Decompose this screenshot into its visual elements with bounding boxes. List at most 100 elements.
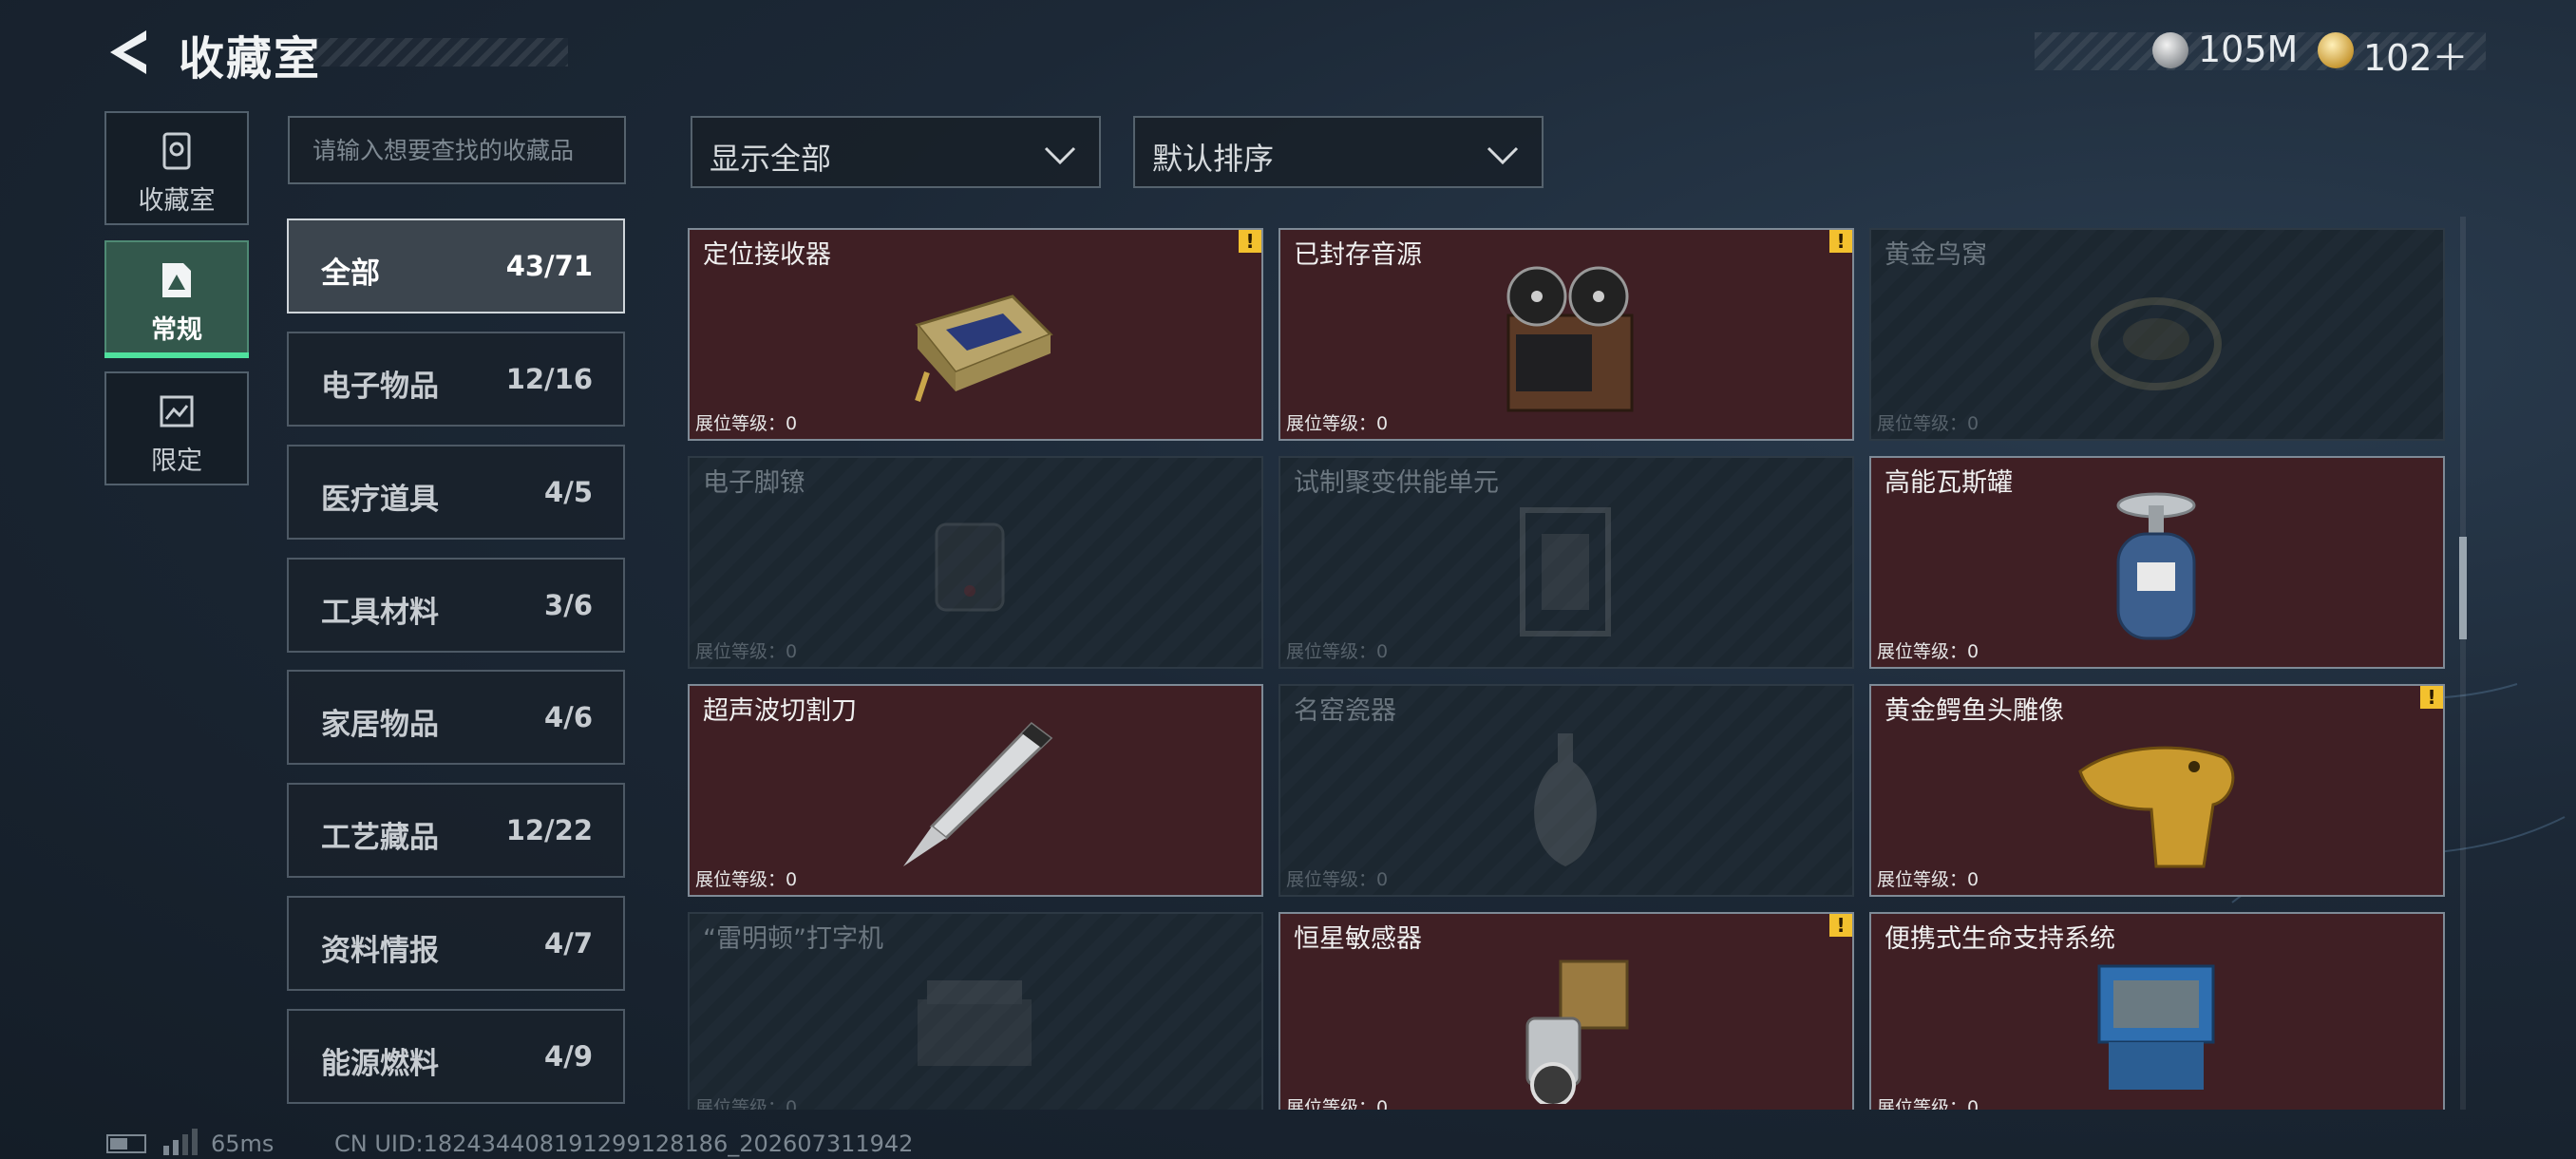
display-level: 展位等级：0 [695,641,798,662]
filter-dropdown-label: 显示全部 [710,141,832,177]
chevron-down-icon [1044,146,1076,165]
life-support-icon [2097,964,2215,1090]
filter-dropdown[interactable]: 显示全部 [691,116,1101,188]
category-name: 医疗道具 [321,483,439,517]
item-name: 恒星敏感器 [1294,924,1422,954]
collection-room-icon [162,132,191,170]
category-fuel[interactable]: 能源燃料 4/9 [287,1009,625,1104]
display-level: 展位等级：0 [695,1097,798,1110]
category-count: 4/5 [544,476,593,508]
tab-collection-room[interactable]: 收藏室 [104,111,249,225]
category-electronics[interactable]: 电子物品 12/16 [287,332,625,427]
item-card[interactable]: 试制聚变供能单元 展位等级：0 [1279,456,1854,669]
uid-text: CN UID:18243440819129912818​6_2026073119… [334,1130,914,1157]
category-medical[interactable]: 医疗道具 4/5 [287,445,625,540]
gas-canister-icon [2116,492,2196,640]
item-card[interactable]: 黄金鳄鱼头雕像 ! 展位等级：0 [1869,684,2445,897]
typewriter-icon [918,980,1032,1066]
limited-icon [160,395,194,428]
tab-label: 限定 [151,446,202,476]
display-level: 展位等级：0 [1877,1097,1979,1110]
page-title: 收藏室 [179,32,322,86]
item-name: “雷明顿”打字机 [703,924,883,954]
item-name: 已封存音源 [1294,240,1422,270]
regular-icon [162,263,191,297]
battery-icon [106,1134,146,1153]
item-card[interactable]: 超声波切割刀 展位等级：0 [688,684,1263,897]
title-decoration [312,38,568,66]
sort-dropdown-label: 默认排序 [1152,141,1275,177]
category-count: 4/6 [544,701,593,733]
signal-icon [163,1129,198,1155]
category-tools[interactable]: 工具材料 3/6 [287,558,625,653]
display-level: 展位等级：0 [1877,413,1979,434]
alert-icon: ! [1829,914,1852,937]
item-card[interactable]: 定位接收器 ! 展位等级：0 [688,228,1263,441]
item-card[interactable]: 已封存音源 ! 展位等级：0 [1279,228,1854,441]
gold-currency-value[interactable]: 102＋ [2363,28,2469,81]
item-card[interactable]: 恒星敏感器 ! 展位等级：0 [1279,912,1854,1110]
alert-icon: ! [2420,686,2443,709]
bird-nest-icon [2091,297,2222,390]
item-card[interactable]: 电子脚镣 展位等级：0 [688,456,1263,669]
fusion-unit-icon [1520,507,1611,636]
category-name: 电子物品 [321,370,439,404]
tab-regular[interactable]: 常规 [104,240,249,358]
sort-dropdown[interactable]: 默认排序 [1133,116,1544,188]
item-name: 高能瓦斯罐 [1885,468,2013,498]
category-count: 12/16 [505,363,593,395]
item-card[interactable]: “雷明顿”打字机 展位等级：0 [688,912,1263,1110]
category-count: 12/22 [505,814,593,846]
star-sensor-icon [1525,960,1629,1104]
search-input[interactable] [288,116,626,184]
ankle-monitor-icon [935,522,1005,612]
tab-limited[interactable]: 限定 [104,371,249,485]
tape-recorder-icon [1506,266,1634,412]
category-count: 43/71 [505,250,593,282]
item-name: 黄金鸟窝 [1885,240,1987,270]
chevron-down-icon [1487,146,1519,165]
ultrasonic-knife-icon [903,722,1053,866]
category-count: 4/9 [544,1040,593,1073]
silver-currency-value: 105M [2198,28,2299,70]
item-card[interactable]: 黄金鸟窝 展位等级：0 [1869,228,2445,441]
category-crafts[interactable]: 工艺藏品 12/22 [287,783,625,878]
display-level: 展位等级：0 [1286,1097,1389,1110]
item-name: 试制聚变供能单元 [1294,468,1499,498]
category-name: 工艺藏品 [321,821,439,855]
category-all[interactable]: 全部 43/71 [287,218,625,314]
tab-label: 收藏室 [138,186,216,216]
display-level: 展位等级：0 [1286,641,1389,662]
scrollbar-thumb[interactable] [2459,537,2467,639]
porcelain-vase-icon [1534,733,1597,866]
ping-value: 65ms [211,1130,275,1157]
item-card[interactable]: 高能瓦斯罐 展位等级：0 [1869,456,2445,669]
gold-coin-icon [2318,32,2354,68]
tab-label: 常规 [151,315,202,345]
item-card[interactable]: 便携式生命支持系统 展位等级：0 [1869,912,2445,1110]
alert-icon: ! [1829,230,1852,253]
category-household[interactable]: 家居物品 4/6 [287,670,625,765]
category-name: 资料情报 [321,934,439,968]
back-arrow-icon[interactable] [103,27,154,78]
scrollbar-track[interactable] [2460,217,2466,1110]
category-name: 能源燃料 [321,1047,439,1081]
display-level: 展位等级：0 [1877,869,1979,890]
display-level: 展位等级：0 [1877,641,1979,662]
silver-coin-icon [2152,32,2188,68]
display-level: 展位等级：0 [1286,869,1389,890]
gold-crocodile-icon [2078,746,2235,868]
display-level: 展位等级：0 [1286,413,1389,434]
display-level: 展位等级：0 [695,869,798,890]
item-name: 名窑瓷器 [1294,696,1396,726]
category-name: 工具材料 [321,596,439,630]
item-name: 定位接收器 [703,240,831,270]
item-card[interactable]: 名窑瓷器 展位等级：0 [1279,684,1854,897]
receiver-icon [915,294,1053,402]
display-level: 展位等级：0 [695,413,798,434]
category-count: 4/7 [544,927,593,960]
category-count: 3/6 [544,589,593,621]
category-intel[interactable]: 资料情报 4/7 [287,896,625,991]
alert-icon: ! [1239,230,1261,253]
item-name: 超声波切割刀 [703,696,857,726]
